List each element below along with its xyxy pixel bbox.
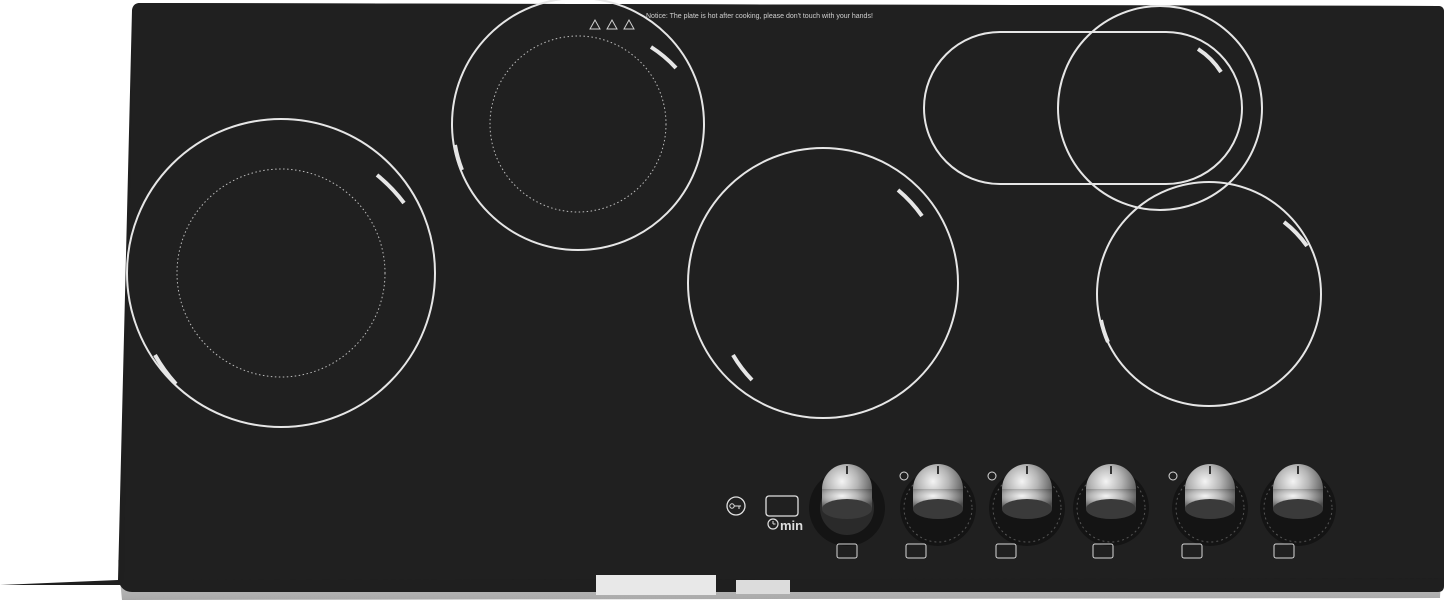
timer-unit-label: min bbox=[780, 518, 804, 533]
frame-sticker-2 bbox=[736, 580, 790, 594]
rating-sticker bbox=[596, 575, 716, 595]
cooktop-illustration bbox=[0, 0, 1444, 600]
warning-notice-text: Notice: The plate is hot after cooking, … bbox=[646, 13, 873, 20]
